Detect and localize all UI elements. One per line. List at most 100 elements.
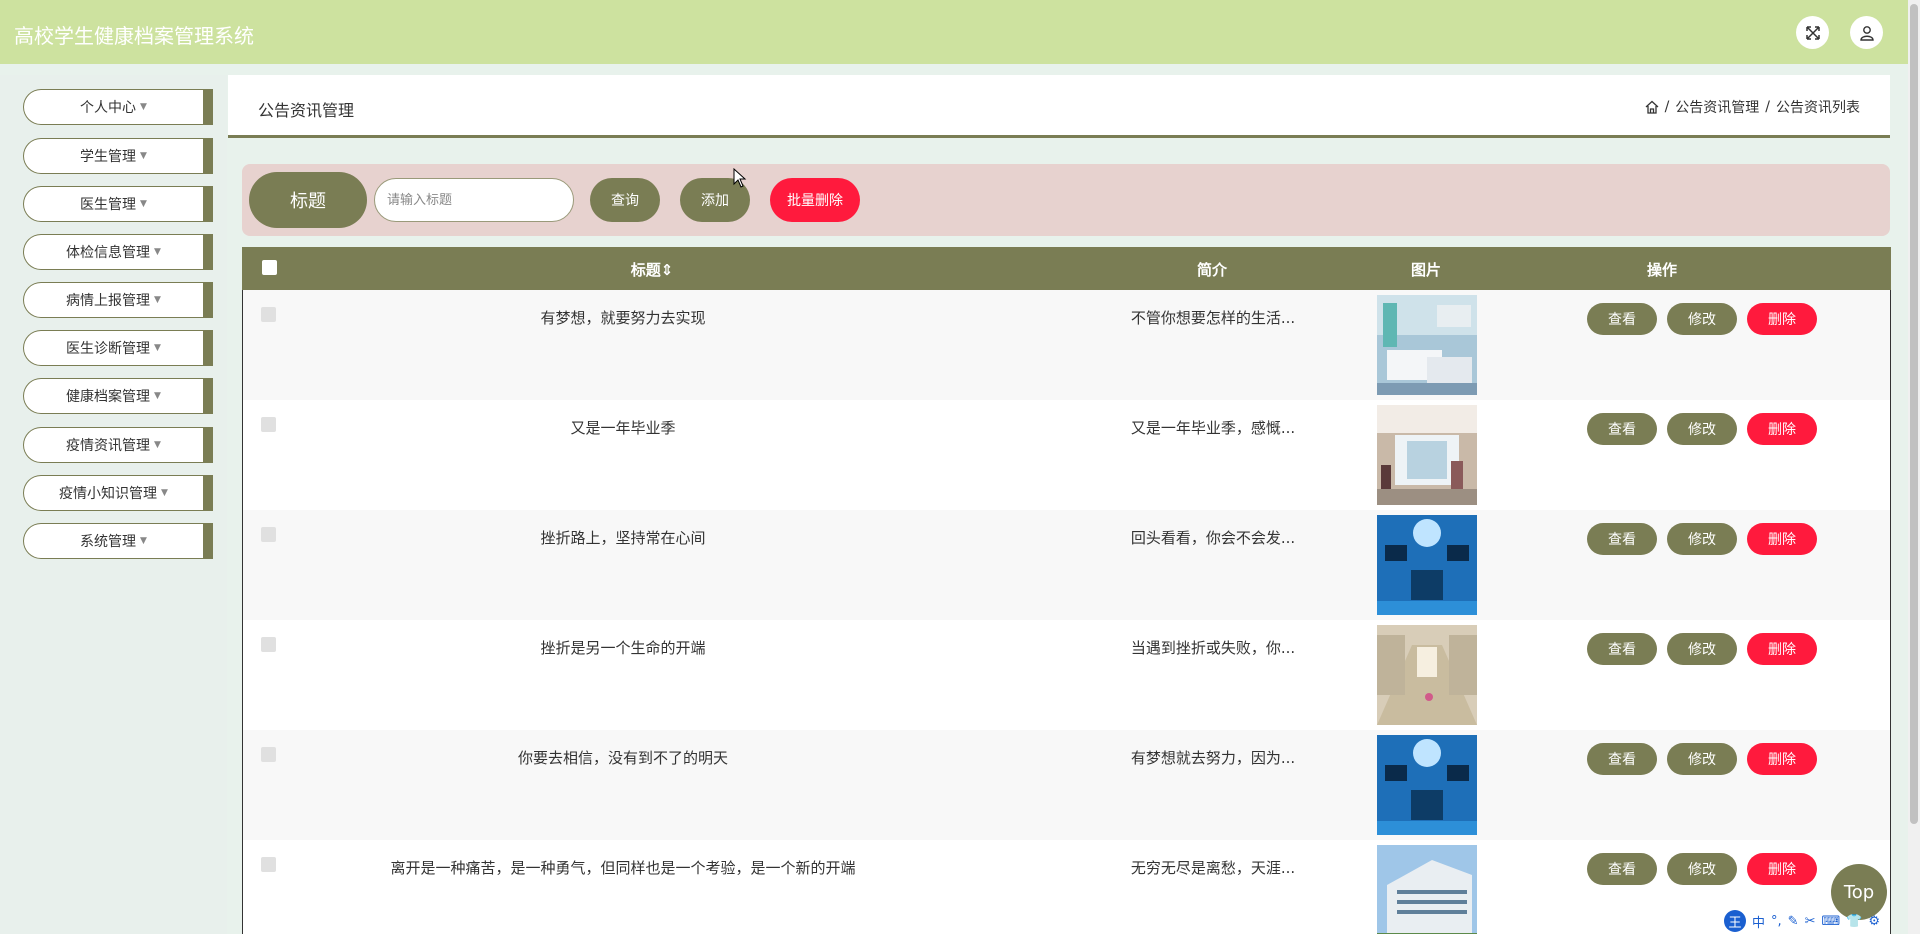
caret-down-icon: ▼: [154, 247, 161, 257]
page-scrollbar[interactable]: [1908, 0, 1920, 934]
user-icon: [1859, 25, 1874, 41]
edit-button[interactable]: 修改: [1667, 853, 1737, 885]
sidebar-item-label: 疫情小知识管理: [59, 486, 158, 502]
edit-button[interactable]: 修改: [1667, 743, 1737, 775]
view-button[interactable]: 查看: [1587, 743, 1657, 775]
scissors-icon[interactable]: ✂: [1805, 914, 1816, 929]
skin-icon[interactable]: 👕: [1846, 914, 1862, 929]
row-image: [1377, 845, 1477, 934]
view-button[interactable]: 查看: [1587, 853, 1657, 885]
edit-button[interactable]: 修改: [1667, 633, 1737, 665]
row-checkbox[interactable]: [261, 307, 276, 322]
sidebar-item-health-records[interactable]: 健康档案管理 ▼: [23, 378, 213, 414]
sidebar: 个人中心 ▼ 学生管理 ▼ 医生管理 ▼ 体检信息管理 ▼ 病情上报管理 ▼ 医生诊断管理…: [0, 75, 227, 934]
row-image: [1377, 735, 1477, 835]
row-image: [1377, 515, 1477, 615]
row-image: [1377, 295, 1477, 395]
row-title: 挫折是另一个生命的开端: [540, 639, 706, 657]
ime-logo[interactable]: 王: [1724, 910, 1746, 932]
punctuation-icon[interactable]: °,: [1771, 914, 1782, 929]
breadcrumb-item[interactable]: 公告资讯管理: [1675, 97, 1759, 117]
page-title: 公告资讯管理: [258, 101, 355, 120]
select-all-checkbox[interactable]: [262, 260, 277, 275]
breadcrumb-item: 公告资讯列表: [1776, 100, 1860, 116]
row-title: 你要去相信，没有到不了的明天: [517, 749, 728, 767]
row-checkbox[interactable]: [261, 637, 276, 652]
table-row: 你要去相信，没有到不了的明天 有梦想就去努力，因为... 查看 修改 删除: [242, 730, 1891, 841]
row-image: [1377, 625, 1477, 725]
view-button[interactable]: 查看: [1587, 523, 1657, 555]
caret-down-icon: ▼: [140, 536, 147, 546]
delete-button[interactable]: 删除: [1747, 853, 1817, 885]
fullscreen-button[interactable]: [1796, 16, 1829, 49]
sidebar-item-diagnosis[interactable]: 医生诊断管理 ▼: [23, 330, 213, 366]
caret-down-icon: ▼: [161, 488, 168, 498]
sidebar-item-label: 疫情资讯管理: [66, 438, 151, 454]
row-intro: 当遇到挫折或失败，你...: [1130, 639, 1296, 657]
delete-button[interactable]: 删除: [1747, 303, 1817, 335]
sidebar-item-epidemic-tips[interactable]: 疫情小知识管理 ▼: [23, 475, 213, 511]
ime-toolbar[interactable]: 王 中 °, ✎ ✂ ⌨ 👕 ⚙: [1724, 910, 1880, 932]
table-row: 挫折路上，坚持常在心间 回头看看，你会不会发... 查看 修改 删除: [242, 510, 1891, 621]
edit-button[interactable]: 修改: [1667, 413, 1737, 445]
sidebar-item-label: 医生诊断管理: [66, 341, 151, 357]
query-button[interactable]: 查询: [590, 178, 660, 222]
row-intro: 回头看看，你会不会发...: [1130, 529, 1296, 547]
view-button[interactable]: 查看: [1587, 303, 1657, 335]
view-button[interactable]: 查看: [1587, 413, 1657, 445]
row-checkbox[interactable]: [261, 417, 276, 432]
search-label: 标题: [249, 172, 367, 228]
caret-down-icon: ▼: [154, 343, 161, 353]
sort-icon[interactable]: ⇕: [661, 261, 674, 279]
row-title: 挫折路上，坚持常在心间: [540, 529, 706, 547]
table-row: 挫折是另一个生命的开端 当遇到挫折或失败，你... 查看 修改 删除: [242, 620, 1891, 731]
settings-icon[interactable]: ⚙: [1868, 914, 1880, 929]
edit-button[interactable]: 修改: [1667, 303, 1737, 335]
sidebar-item-label: 体检信息管理: [66, 245, 151, 261]
column-header-title[interactable]: 标题⇕: [622, 259, 682, 280]
batch-delete-button[interactable]: 批量删除: [770, 178, 860, 222]
row-checkbox[interactable]: [261, 857, 276, 872]
sidebar-item-system[interactable]: 系统管理 ▼: [23, 523, 213, 559]
pen-icon[interactable]: ✎: [1788, 914, 1799, 929]
keyboard-icon[interactable]: ⌨: [1821, 914, 1840, 929]
row-intro: 又是一年毕业季，感慨...: [1130, 419, 1296, 437]
ime-mode[interactable]: 中: [1752, 912, 1765, 931]
view-button[interactable]: 查看: [1587, 633, 1657, 665]
delete-button[interactable]: 删除: [1747, 413, 1817, 445]
breadcrumb: / 公告资讯管理 / 公告资讯列表: [1645, 97, 1860, 117]
sidebar-item-label: 病情上报管理: [66, 293, 151, 309]
sidebar-item-epidemic-news[interactable]: 疫情资讯管理 ▼: [23, 427, 213, 463]
user-button[interactable]: [1850, 16, 1883, 49]
sidebar-item-label: 个人中心: [80, 100, 137, 116]
edit-button[interactable]: 修改: [1667, 523, 1737, 555]
row-checkbox[interactable]: [261, 527, 276, 542]
scrollbar-thumb[interactable]: [1910, 4, 1918, 824]
sidebar-item-doctors[interactable]: 医生管理 ▼: [23, 186, 213, 222]
caret-down-icon: ▼: [140, 151, 147, 161]
news-table: 标题⇕ 简介 图片 操作 有梦想，就要努力去实现 不管你想要怎样的生活... 查…: [242, 247, 1891, 934]
delete-button[interactable]: 删除: [1747, 633, 1817, 665]
row-intro: 有梦想就去努力，因为...: [1130, 749, 1296, 767]
caret-down-icon: ▼: [154, 440, 161, 450]
row-image: [1377, 405, 1477, 505]
breadcrumb-separator: /: [1765, 99, 1770, 115]
search-input[interactable]: [374, 178, 574, 222]
caret-down-icon: ▼: [154, 295, 161, 305]
row-title: 有梦想，就要努力去实现: [540, 309, 706, 327]
home-icon[interactable]: [1645, 100, 1659, 114]
row-title: 又是一年毕业季: [570, 419, 676, 437]
delete-button[interactable]: 删除: [1747, 523, 1817, 555]
delete-button[interactable]: 删除: [1747, 743, 1817, 775]
column-header-actions: 操作: [1646, 261, 1677, 279]
sidebar-item-illness-report[interactable]: 病情上报管理 ▼: [23, 282, 213, 318]
table-row: 离开是一种痛苦，是一种勇气，但同样也是一个考验，是一个新的开端 无穷无尽是离愁，…: [242, 840, 1891, 934]
top-bar: 高校学生健康档案管理系统: [0, 0, 1908, 64]
row-title: 离开是一种痛苦，是一种勇气，但同样也是一个考验，是一个新的开端: [390, 859, 856, 877]
sidebar-item-students[interactable]: 学生管理 ▼: [23, 138, 213, 174]
caret-down-icon: ▼: [154, 391, 161, 401]
sidebar-item-physical-exam[interactable]: 体检信息管理 ▼: [23, 234, 213, 270]
column-header-image: 图片: [1410, 261, 1441, 279]
sidebar-item-personal-center[interactable]: 个人中心 ▼: [23, 89, 213, 125]
row-checkbox[interactable]: [261, 747, 276, 762]
